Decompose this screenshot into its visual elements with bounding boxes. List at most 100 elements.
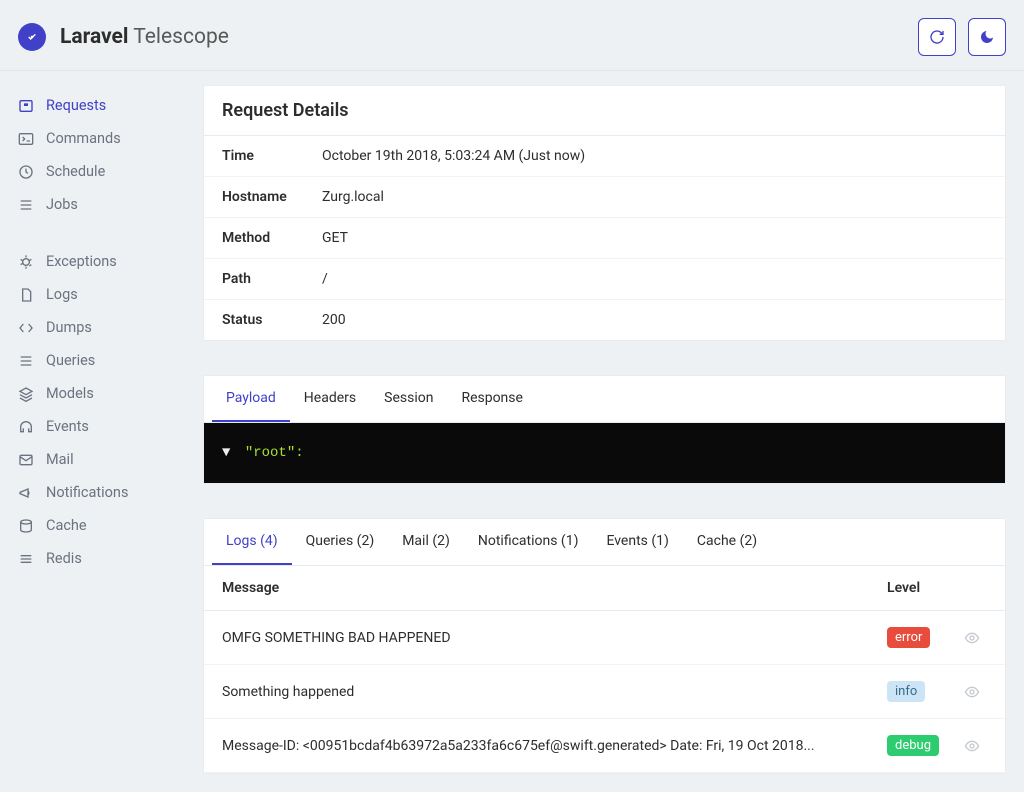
telescope-logo-icon xyxy=(18,23,46,51)
level-badge-info: info xyxy=(887,681,925,702)
detail-label: Time xyxy=(222,148,322,164)
card-title: Request Details xyxy=(204,86,1005,136)
log-message: Message-ID: <00951bcdaf4b63972a5a233fa6c… xyxy=(222,738,887,754)
sidebar-item-label: Requests xyxy=(46,97,106,114)
logs-table-header: Message Level xyxy=(204,566,1005,611)
sidebar-item-label: Mail xyxy=(46,451,74,468)
tab-session[interactable]: Session xyxy=(370,376,447,422)
log-level: info xyxy=(887,681,957,702)
sidebar-item-requests[interactable]: Requests xyxy=(18,89,185,122)
sidebar-item-label: Logs xyxy=(46,286,78,303)
related-tabs: Logs (4)Queries (2)Mail (2)Notifications… xyxy=(204,519,1005,566)
eye-icon xyxy=(964,684,980,700)
detail-value: GET xyxy=(322,230,348,246)
refresh-icon xyxy=(929,29,945,45)
main-content: Request Details TimeOctober 19th 2018, 5… xyxy=(185,71,1024,792)
list-icon xyxy=(18,353,34,369)
payload-card: PayloadHeadersSessionResponse ▼ "root": xyxy=(203,375,1006,484)
header-actions xyxy=(918,18,1006,56)
detail-row-path: Path/ xyxy=(204,259,1005,300)
view-entry-button[interactable] xyxy=(957,684,987,700)
log-level: error xyxy=(887,627,957,648)
sidebar-item-label: Exceptions xyxy=(46,253,117,270)
sidebar-item-exceptions[interactable]: Exceptions xyxy=(18,245,185,278)
file-icon xyxy=(18,287,34,303)
detail-label: Path xyxy=(222,271,322,287)
app-title: Laravel Telescope xyxy=(60,25,229,49)
view-entry-button[interactable] xyxy=(957,630,987,646)
detail-row-time: TimeOctober 19th 2018, 5:03:24 AM (Just … xyxy=(204,136,1005,177)
tab-headers[interactable]: Headers xyxy=(290,376,370,422)
eye-icon xyxy=(964,630,980,646)
headphones-icon xyxy=(18,419,34,435)
refresh-button[interactable] xyxy=(918,18,956,56)
tab-response[interactable]: Response xyxy=(447,376,537,422)
bug-icon xyxy=(18,254,34,270)
json-root-key: "root": xyxy=(245,445,304,461)
sidebar-item-events[interactable]: Events xyxy=(18,410,185,443)
level-badge-error: error xyxy=(887,627,930,648)
log-row: OMFG SOMETHING BAD HAPPENEDerror xyxy=(204,611,1005,665)
payload-json-viewer: ▼ "root": xyxy=(204,423,1005,483)
sidebar-item-jobs[interactable]: Jobs xyxy=(18,188,185,221)
detail-row-method: MethodGET xyxy=(204,218,1005,259)
tab-mail[interactable]: Mail (2) xyxy=(388,519,464,565)
tab-payload[interactable]: Payload xyxy=(212,376,290,422)
layers-icon xyxy=(18,386,34,402)
sidebar-item-schedule[interactable]: Schedule xyxy=(18,155,185,188)
terminal-icon xyxy=(18,131,34,147)
megaphone-icon xyxy=(18,485,34,501)
detail-row-status: Status200 xyxy=(204,300,1005,340)
log-message: Something happened xyxy=(222,684,887,700)
detail-value: 200 xyxy=(322,312,346,328)
json-collapse-toggle[interactable]: ▼ xyxy=(222,445,230,461)
sidebar-item-redis[interactable]: Redis xyxy=(18,542,185,575)
tab-notifications[interactable]: Notifications (1) xyxy=(464,519,593,565)
detail-label: Status xyxy=(222,312,322,328)
level-badge-debug: debug xyxy=(887,735,939,756)
sidebar-item-mail[interactable]: Mail xyxy=(18,443,185,476)
content-tabs: PayloadHeadersSessionResponse xyxy=(204,376,1005,423)
detail-value: / xyxy=(322,271,328,287)
tab-cache[interactable]: Cache (2) xyxy=(683,519,771,565)
log-message: OMFG SOMETHING BAD HAPPENED xyxy=(222,630,887,646)
detail-row-hostname: HostnameZurg.local xyxy=(204,177,1005,218)
sidebar-item-label: Jobs xyxy=(46,196,78,213)
detail-value: Zurg.local xyxy=(322,189,384,205)
detail-label: Method xyxy=(222,230,322,246)
tab-logs[interactable]: Logs (4) xyxy=(212,519,292,565)
detail-label: Hostname xyxy=(222,189,322,205)
sidebar-item-queries[interactable]: Queries xyxy=(18,344,185,377)
request-icon xyxy=(18,98,34,114)
log-row: Message-ID: <00951bcdaf4b63972a5a233fa6c… xyxy=(204,719,1005,773)
sidebar-item-commands[interactable]: Commands xyxy=(18,122,185,155)
sidebar-item-dumps[interactable]: Dumps xyxy=(18,311,185,344)
code-icon xyxy=(18,320,34,336)
sidebar-item-label: Models xyxy=(46,385,94,402)
sidebar-item-label: Notifications xyxy=(46,484,128,501)
list-icon xyxy=(18,197,34,213)
sidebar-item-notifications[interactable]: Notifications xyxy=(18,476,185,509)
sidebar-item-label: Commands xyxy=(46,130,121,147)
sidebar-item-models[interactable]: Models xyxy=(18,377,185,410)
request-details-card: Request Details TimeOctober 19th 2018, 5… xyxy=(203,85,1006,341)
col-header-level: Level xyxy=(887,580,957,596)
theme-toggle-button[interactable] xyxy=(968,18,1006,56)
tab-queries[interactable]: Queries (2) xyxy=(292,519,389,565)
sidebar-item-label: Cache xyxy=(46,517,87,534)
sidebar-item-label: Schedule xyxy=(46,163,105,180)
sidebar-item-label: Dumps xyxy=(46,319,92,336)
mail-icon xyxy=(18,452,34,468)
sidebar-item-label: Redis xyxy=(46,550,82,567)
view-entry-button[interactable] xyxy=(957,738,987,754)
sidebar-item-label: Events xyxy=(46,418,89,435)
app-header: Laravel Telescope xyxy=(0,0,1024,71)
stack-icon xyxy=(18,551,34,567)
sidebar-item-cache[interactable]: Cache xyxy=(18,509,185,542)
sidebar-item-logs[interactable]: Logs xyxy=(18,278,185,311)
sidebar-item-label: Queries xyxy=(46,352,95,369)
database-icon xyxy=(18,518,34,534)
clock-icon xyxy=(18,164,34,180)
tab-events[interactable]: Events (1) xyxy=(592,519,682,565)
detail-value: October 19th 2018, 5:03:24 AM (Just now) xyxy=(322,148,585,164)
